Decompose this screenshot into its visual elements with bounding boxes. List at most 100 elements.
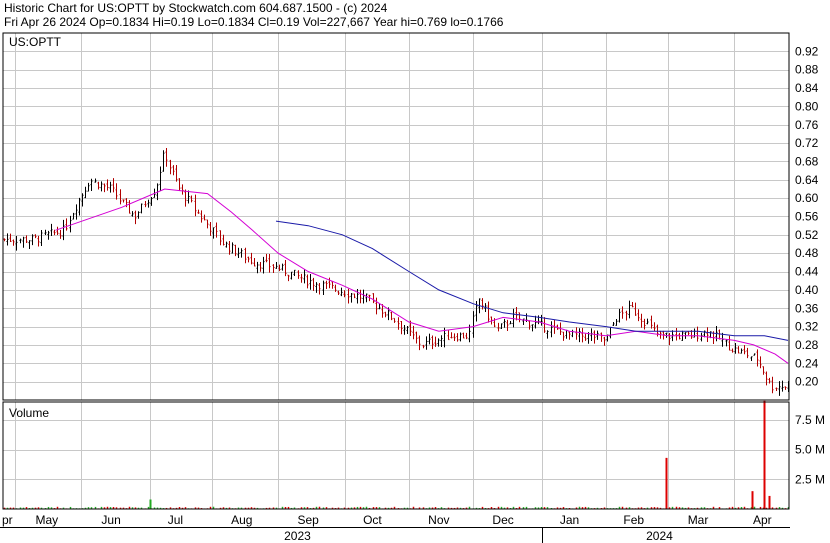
price-tick-label: 0.36 bbox=[795, 301, 819, 315]
price-bar bbox=[462, 332, 465, 339]
price-bar bbox=[53, 229, 56, 236]
price-bar bbox=[472, 311, 475, 338]
price-bar bbox=[159, 166, 162, 191]
price-bar bbox=[19, 238, 22, 244]
price-bar bbox=[306, 274, 309, 289]
price-bar bbox=[109, 181, 112, 193]
price-bar bbox=[784, 386, 787, 390]
price-bar bbox=[181, 184, 184, 195]
price-bar bbox=[728, 335, 731, 351]
price-bar bbox=[37, 235, 40, 247]
volume-label: Volume bbox=[9, 406, 49, 420]
price-bar bbox=[240, 248, 243, 258]
price-bar bbox=[103, 183, 106, 193]
price-bar bbox=[297, 270, 300, 279]
price-bar bbox=[650, 315, 653, 329]
price-tick-label: 0.88 bbox=[795, 63, 819, 77]
price-bar bbox=[244, 247, 247, 264]
month-label: Sep bbox=[297, 513, 319, 527]
volume-grid bbox=[3, 402, 789, 509]
price-bar bbox=[137, 211, 140, 219]
price-tick-label: 0.40 bbox=[795, 283, 819, 297]
month-axis-labels: pr May Jun Jul Aug Sep Oct Nov Dec Jan Feb Mar Apr bbox=[2, 513, 772, 527]
price-bar bbox=[337, 290, 340, 295]
price-tick-label: 0.64 bbox=[795, 173, 819, 187]
price-bar bbox=[197, 209, 200, 214]
price-bar bbox=[428, 333, 431, 345]
price-bar bbox=[318, 282, 321, 295]
price-bar bbox=[268, 254, 271, 273]
price-bar bbox=[128, 200, 131, 214]
price-bar bbox=[675, 328, 678, 341]
price-bar bbox=[546, 330, 549, 339]
price-bar bbox=[528, 320, 531, 330]
price-bar bbox=[653, 322, 656, 331]
price-bar bbox=[275, 261, 278, 269]
price-bar bbox=[250, 252, 253, 265]
price-bar bbox=[600, 332, 603, 342]
price-bar bbox=[453, 333, 456, 342]
price-bar bbox=[550, 321, 553, 338]
price-bar bbox=[303, 268, 306, 284]
month-label: Jun bbox=[101, 513, 120, 527]
price-bar bbox=[500, 323, 503, 330]
month-label: Mar bbox=[688, 513, 709, 527]
price-bar bbox=[356, 288, 359, 304]
price-tick-label: 0.28 bbox=[795, 338, 819, 352]
price-tick-label: 0.68 bbox=[795, 154, 819, 168]
price-bar bbox=[609, 326, 612, 339]
price-bar bbox=[390, 311, 393, 321]
month-label: May bbox=[36, 513, 59, 527]
price-bar bbox=[97, 181, 100, 190]
price-bar bbox=[247, 256, 250, 263]
price-bar bbox=[87, 182, 90, 192]
price-bar bbox=[259, 261, 262, 272]
price-tick-label: 0.76 bbox=[795, 118, 819, 132]
price-bar bbox=[584, 333, 587, 341]
price-bar bbox=[228, 240, 231, 255]
price-tick-label: 0.44 bbox=[795, 265, 819, 279]
price-bar bbox=[425, 336, 428, 350]
price-bar bbox=[590, 328, 593, 341]
price-bar bbox=[175, 164, 178, 182]
price-bar bbox=[459, 332, 462, 342]
price-bar bbox=[209, 222, 212, 236]
price-bar bbox=[775, 387, 778, 391]
price-bar bbox=[700, 332, 703, 342]
price-bar bbox=[225, 241, 228, 248]
volume-axis-labels: 2.5 M 5.0 M 7.5 M bbox=[795, 413, 825, 486]
price-bar bbox=[206, 219, 209, 229]
price-bar bbox=[78, 197, 81, 216]
price-bar bbox=[359, 289, 362, 304]
moving-average-short-line bbox=[55, 188, 789, 364]
price-bar bbox=[9, 233, 12, 242]
price-bar bbox=[706, 327, 709, 342]
price-tick-label: 0.56 bbox=[795, 210, 819, 224]
price-bar bbox=[219, 230, 222, 246]
price-bar bbox=[56, 226, 59, 236]
symbol-label: US:OPTT bbox=[9, 35, 62, 49]
price-bar bbox=[281, 263, 284, 271]
price-bar bbox=[12, 239, 15, 246]
price-bar bbox=[100, 181, 103, 192]
price-bar bbox=[625, 310, 628, 321]
price-bar bbox=[256, 261, 259, 274]
price-bar bbox=[771, 376, 774, 394]
volume-tick-label: 2.5 M bbox=[795, 472, 825, 486]
price-axis-labels: 0.20 0.24 0.28 0.32 0.36 0.40 0.44 0.48 0.52 0.56… bbox=[795, 44, 819, 388]
price-bar bbox=[172, 165, 175, 176]
price-bar bbox=[300, 273, 303, 283]
price-bar bbox=[131, 211, 134, 217]
price-bar bbox=[418, 335, 421, 351]
price-bar bbox=[25, 235, 28, 243]
price-bar bbox=[743, 345, 746, 355]
price-bar bbox=[640, 313, 643, 328]
price-bar bbox=[646, 318, 649, 325]
price-tick-label: 0.24 bbox=[795, 356, 819, 370]
price-bar bbox=[431, 335, 434, 350]
price-bar bbox=[328, 277, 331, 289]
price-bar bbox=[503, 318, 506, 328]
price-bar bbox=[28, 240, 31, 249]
price-bar bbox=[618, 308, 621, 323]
price-bar bbox=[575, 327, 578, 340]
